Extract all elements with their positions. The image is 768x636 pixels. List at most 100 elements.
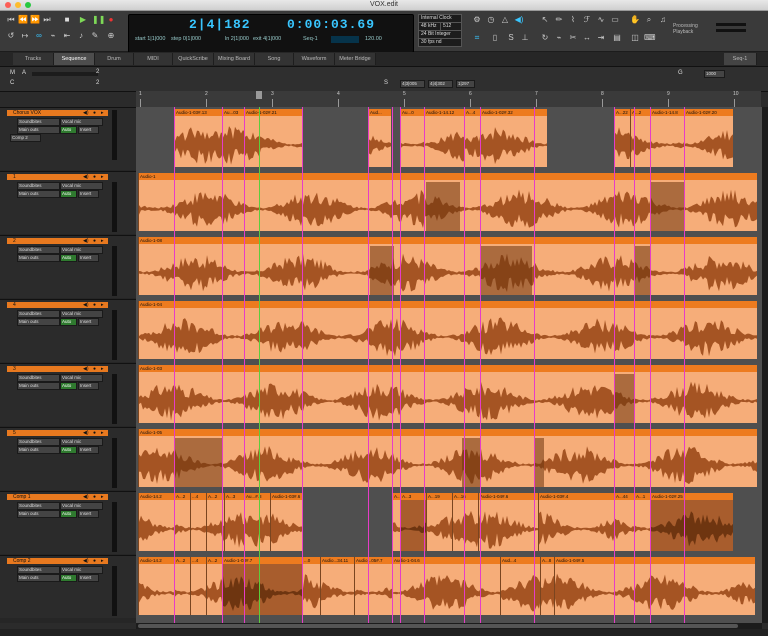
tab-waveform[interactable]: Waveform: [294, 53, 335, 65]
track-name-bar[interactable]: 3 ◀) ● ▸: [7, 366, 108, 372]
solo-icon[interactable]: ▸: [101, 174, 104, 180]
frame-rate-menu[interactable]: 30 fps nd: [418, 38, 462, 47]
track-name-bar[interactable]: Comp 1 ◀) ● ▸: [7, 494, 108, 500]
scroll-thumb[interactable]: [138, 624, 738, 628]
output-menu[interactable]: Main outs: [17, 190, 60, 198]
track-height-slider[interactable]: [32, 72, 98, 76]
input-menu[interactable]: Soundbites: [17, 502, 60, 510]
track-lane[interactable]: Audio-14.2 A...2 ...4 A...2 A...3 Au...#.8 Aud…: [136, 491, 762, 553]
clip-title-bar[interactable]: Audio-1-02#.20: [685, 109, 733, 116]
track-lane[interactable]: Audio-1-03: [136, 363, 762, 425]
monitor-icon[interactable]: ◀): [83, 366, 89, 372]
tab-drum[interactable]: Drum: [95, 53, 134, 65]
clip-title-bar[interactable]: A...3: [225, 493, 245, 500]
tab-quickscribe[interactable]: QuickScribe: [173, 53, 214, 65]
timeline-ruler[interactable]: 1 2 3 4 5 6 7 8 9 10: [136, 91, 761, 108]
keyboard-icon[interactable]: ⌨: [644, 33, 656, 43]
clip-title-bar[interactable]: Aud...4: [501, 557, 541, 564]
automation-mode[interactable]: Auto: [60, 382, 77, 390]
hand-tool-icon[interactable]: ✋: [630, 15, 640, 25]
clip-title-bar[interactable]: Audio-1-03#.13: [175, 109, 223, 116]
zoom-g-label[interactable]: G: [678, 70, 683, 76]
audio-clip[interactable]: Au...0: [400, 109, 425, 167]
clip-title-bar[interactable]: Au...03: [223, 109, 245, 116]
clip-title-bar[interactable]: A...19: [427, 493, 453, 500]
brush-tool-icon[interactable]: ⌇: [568, 15, 578, 25]
solo-icon[interactable]: ▸: [101, 558, 104, 564]
edit-mode-icon[interactable]: ✎: [90, 31, 100, 41]
automation-mode[interactable]: Auto: [60, 446, 77, 454]
track-name-bar[interactable]: Chorus VOX ◀) ● ▸: [7, 110, 108, 116]
input-menu[interactable]: Soundbites: [17, 118, 60, 126]
track-header[interactable]: 3 ◀) ● ▸ Soundbites Vocal mic Main outs Auto Ins…: [0, 363, 136, 426]
automation-mode[interactable]: Auto: [60, 190, 77, 198]
audio-clip[interactable]: A...22: [614, 109, 631, 167]
audio-clip[interactable]: Audio-1-03#.6: [270, 493, 303, 551]
track-name-bar[interactable]: 2 ◀) ● ▸: [7, 238, 108, 244]
audio-clip[interactable]: Audio-1-03#.7: [222, 557, 303, 615]
solo-icon[interactable]: ▸: [101, 302, 104, 308]
camera-icon[interactable]: ◫: [630, 33, 640, 43]
automation-mode[interactable]: Auto: [60, 126, 77, 134]
stop-icon[interactable]: ■: [62, 15, 72, 25]
track-name[interactable]: 3: [13, 366, 16, 372]
track-name[interactable]: Chorus VOX: [13, 110, 41, 116]
grid-icon[interactable]: ▤: [612, 33, 622, 43]
clip-title-bar[interactable]: Au...0: [401, 109, 425, 116]
mic-tool-icon[interactable]: ♫: [658, 15, 668, 25]
track-lane[interactable]: Audio-1: [136, 171, 762, 233]
track-lane[interactable]: Audio-14.2 A...2 ...4 A...2 Audio-1-03#.7...…: [136, 555, 762, 617]
track-header[interactable]: Chorus VOX ◀) ● ▸ Soundbites Vocal mic Main ou…: [0, 107, 136, 170]
tempo-value[interactable]: 120.00: [365, 36, 382, 42]
audio-clip[interactable]: Au...03: [222, 109, 245, 167]
track-header[interactable]: 4 ◀) ● ▸ Soundbites Vocal mic Main outs Auto Ins…: [0, 299, 136, 362]
audio-clip[interactable]: ...4: [190, 493, 207, 551]
audio-clip[interactable]: Audio-1-04: [138, 301, 757, 359]
in-location[interactable]: ln 2|1|000: [225, 36, 249, 42]
clip-title-bar[interactable]: Audio...34.11: [321, 557, 355, 564]
insert-slot[interactable]: Insert: [78, 126, 99, 134]
audio-clip[interactable]: ...0: [302, 557, 321, 615]
selection-length-field[interactable]: 1|297: [456, 80, 475, 88]
record-icon[interactable]: ●: [106, 15, 116, 25]
m-label[interactable]: M: [10, 70, 15, 76]
audio-clip[interactable]: Audio-1-02#.20: [684, 109, 733, 167]
input-menu[interactable]: Soundbites: [17, 246, 60, 254]
c-label[interactable]: C: [10, 80, 14, 86]
input-menu[interactable]: Soundbites: [17, 182, 60, 190]
audio-clip[interactable]: A...1: [634, 493, 651, 551]
track-lane[interactable]: Audio-1-04: [136, 299, 762, 361]
clip-title-bar[interactable]: A...22: [615, 109, 631, 116]
output-menu[interactable]: Main outs: [17, 318, 60, 326]
mic-menu[interactable]: Vocal mic: [60, 438, 103, 446]
speaker-icon[interactable]: ◀): [514, 15, 524, 25]
monitor-icon[interactable]: ◀): [83, 430, 89, 436]
record-enable-icon[interactable]: ●: [93, 430, 96, 436]
track-name[interactable]: Comp 1: [13, 494, 31, 500]
audio-clip[interactable]: Audio-1-02#.32: [480, 109, 547, 167]
clip-title-bar[interactable]: A...2: [175, 557, 191, 564]
mic-menu[interactable]: Vocal mic: [60, 310, 103, 318]
tool-icon-d[interactable]: S: [506, 33, 516, 43]
tab-tracks[interactable]: Tracks: [13, 53, 54, 65]
audio-clip[interactable]: Audio-1-03#.13: [174, 109, 223, 167]
mic-menu[interactable]: Vocal mic: [60, 118, 103, 126]
input-menu[interactable]: Soundbites: [17, 438, 60, 446]
record-enable-icon[interactable]: ●: [93, 110, 96, 116]
track-header[interactable]: Comp 1 ◀) ● ▸ Soundbites Vocal mic Main outs Au…: [0, 491, 136, 554]
track-header[interactable]: 2 ◀) ● ▸ Soundbites Vocal mic Main outs Auto Ins…: [0, 235, 136, 298]
scrub-icon[interactable]: ↔: [582, 33, 592, 43]
clip-title-bar[interactable]: A...8: [541, 557, 555, 564]
tool-icon-c[interactable]: ▯: [490, 33, 500, 43]
start-location[interactable]: start 1|1|000: [135, 36, 165, 42]
audio-clip[interactable]: Audio-14.2: [138, 493, 175, 551]
record-enable-icon[interactable]: ●: [93, 174, 96, 180]
automation-mode[interactable]: Auto: [60, 318, 77, 326]
track-name-bar[interactable]: 1 ◀) ● ▸: [7, 174, 108, 180]
mic-menu[interactable]: Vocal mic: [60, 374, 103, 382]
audio-clip[interactable]: Audio-1-02#.21: [244, 109, 303, 167]
record-enable-icon[interactable]: ●: [93, 494, 96, 500]
solo-icon[interactable]: ▸: [101, 430, 104, 436]
sequence-menu[interactable]: Seq-1: [724, 53, 757, 65]
output-menu[interactable]: Main outs: [17, 574, 60, 582]
